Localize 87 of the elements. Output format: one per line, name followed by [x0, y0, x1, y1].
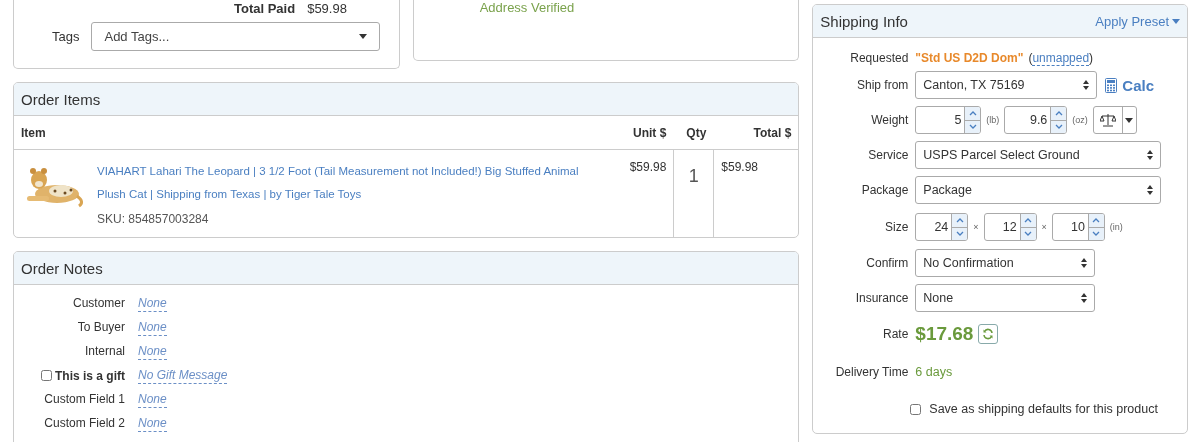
- package-select[interactable]: Package: [915, 176, 1162, 204]
- refresh-button[interactable]: [978, 324, 999, 344]
- chevron-down-icon: [1024, 231, 1033, 237]
- address-status: Address Verified: [478, 0, 576, 15]
- table-cell: $59.98: [713, 150, 799, 237]
- save-defaults-label: Save as shipping defaults for this product: [929, 402, 1158, 416]
- gift-checkbox[interactable]: [41, 370, 52, 381]
- unit-label: (lb): [986, 115, 1000, 125]
- chevron-down-icon: [955, 231, 964, 237]
- requested-service: "Std US D2D Dom": [915, 51, 1024, 65]
- caret-icon: [1125, 117, 1134, 123]
- scale-button[interactable]: [1092, 106, 1137, 134]
- increment-button[interactable]: [1051, 107, 1067, 120]
- chevron-down-icon: [1054, 124, 1063, 130]
- field-label: Package: [860, 182, 909, 199]
- times-sign: ×: [1041, 222, 1047, 232]
- number-field[interactable]: 12: [983, 213, 1037, 241]
- note-label: Internal: [83, 343, 125, 360]
- note-label: Custom Field 1: [43, 391, 125, 408]
- unit-label: (in): [1109, 222, 1123, 232]
- item-sku: SKU: 854857003284: [97, 212, 210, 226]
- field-label: Insurance: [854, 290, 909, 307]
- delivery-time: 6 days: [915, 365, 953, 379]
- up-down-arrows-icon: [1147, 185, 1154, 195]
- field-label: Requested: [849, 50, 909, 67]
- chevron-up-icon: [955, 217, 964, 223]
- chevron-up-icon: [1092, 217, 1101, 223]
- caret-icon: [359, 34, 368, 39]
- note-label: To Buyer: [76, 319, 125, 336]
- field-label: Size: [884, 219, 909, 236]
- up-down-arrows-icon: [1147, 150, 1154, 160]
- times-sign: ×: [973, 222, 979, 232]
- panel-title: Shipping Info: [820, 12, 908, 30]
- field-label: Ship from: [855, 77, 909, 94]
- number-field[interactable]: 24: [915, 213, 969, 241]
- item-link[interactable]: VIAHART Lahari The Leopard | 3 1/2 Foot (Tail Measurement not Included!) Big Stuffed Animal Plush Cat | Shipping from Texas | by Tiger Tale Toys: [97, 160, 607, 206]
- card-title: Order Notes: [21, 259, 103, 277]
- note-label: Customer: [72, 295, 125, 312]
- confirm-select[interactable]: No Confirmation: [915, 249, 1096, 277]
- refresh-icon: [982, 328, 995, 340]
- caret-icon: [1172, 18, 1180, 24]
- tags-label: Tags: [52, 29, 80, 44]
- total-label: Total Paid: [234, 0, 296, 16]
- increment-button[interactable]: [952, 214, 968, 227]
- calculator-icon: [1105, 77, 1118, 93]
- field-label: Rate: [881, 326, 909, 343]
- up-down-arrows-icon: [1083, 80, 1090, 90]
- chevron-up-icon: [1024, 217, 1033, 223]
- tags-field[interactable]: Add Tags...: [91, 22, 381, 51]
- number-field[interactable]: 5: [915, 106, 982, 134]
- column-header: Qty: [673, 116, 714, 150]
- column-header: Item: [14, 116, 614, 150]
- insurance-select[interactable]: None: [915, 284, 1096, 312]
- increment-button[interactable]: [1088, 214, 1104, 227]
- apply-preset-link[interactable]: Apply Preset: [1095, 13, 1180, 29]
- chevron-up-icon: [1054, 110, 1063, 116]
- chevron-up-icon: [968, 110, 977, 116]
- column-header: Total $: [713, 116, 799, 150]
- calc-button[interactable]: Calc: [1105, 76, 1154, 94]
- rate-value: $17.68: [915, 323, 974, 345]
- service-select[interactable]: USPS Parcel Select Ground: [915, 141, 1162, 169]
- paren: (: [1028, 51, 1033, 65]
- field-label: Service: [867, 147, 909, 164]
- table-cell: 1: [673, 150, 714, 237]
- unit-label: (oz): [1072, 115, 1088, 125]
- field-label: Confirm: [865, 255, 909, 272]
- ship-from-select[interactable]: Canton, TX 75169: [915, 71, 1098, 99]
- number-field[interactable]: 9.6: [1004, 106, 1068, 134]
- gift-label: This is a gift: [55, 368, 125, 383]
- field-label: Weight: [870, 112, 909, 129]
- increment-button[interactable]: [1020, 214, 1036, 227]
- note-label: Custom Field 2: [43, 415, 125, 432]
- table-cell-text: $59.98: [628, 159, 668, 176]
- number-field[interactable]: 10: [1051, 213, 1105, 241]
- up-down-arrows-icon: [1081, 258, 1088, 268]
- card-title: Order Items: [21, 90, 101, 108]
- column-header: Unit $: [613, 116, 674, 150]
- scale-icon: [1099, 113, 1116, 127]
- unmapped-link[interactable]: unmapped: [1032, 51, 1090, 66]
- up-down-arrows-icon: [1081, 293, 1088, 303]
- field-label: Delivery Time: [834, 364, 909, 381]
- chevron-down-icon: [1092, 231, 1101, 237]
- paren: ): [1089, 51, 1094, 65]
- chevron-down-icon: [968, 124, 977, 130]
- increment-button[interactable]: [965, 107, 981, 120]
- save-defaults-checkbox[interactable]: [910, 403, 922, 415]
- total-value: $59.98: [307, 0, 347, 16]
